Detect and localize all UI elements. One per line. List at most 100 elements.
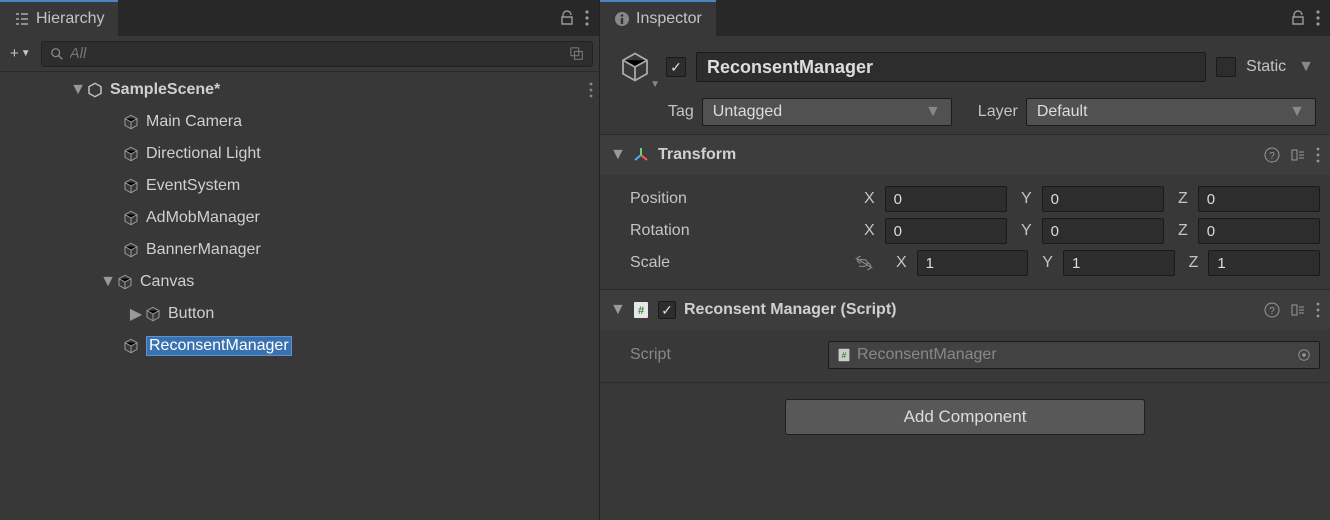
chevron-down-icon: ▼	[925, 103, 941, 121]
object-picker-icon[interactable]	[1297, 348, 1311, 362]
create-button[interactable]: + ▼	[6, 45, 35, 62]
kebab-icon[interactable]	[585, 10, 589, 26]
gameobject-icon-large[interactable]: ▼	[614, 46, 656, 88]
lock-icon[interactable]	[559, 10, 575, 26]
inspector-tab-bar: Inspector	[600, 0, 1330, 36]
tree-item-label: EventSystem	[146, 177, 240, 195]
y-label: Y	[1032, 254, 1059, 272]
search-expand-icon[interactable]	[570, 47, 584, 61]
inspector-header: ▼ ✓ Static ▼ Tag Untagged ▼ Layer Defaul…	[600, 36, 1330, 135]
tag-label: Tag	[668, 103, 694, 121]
tree-item-label: Canvas	[140, 273, 194, 291]
scene-row[interactable]: ▼ SampleScene*	[0, 74, 599, 106]
expand-arrow-icon[interactable]: ▼	[70, 81, 86, 99]
tree-item-canvas[interactable]: ▼ Canvas	[0, 266, 599, 298]
tag-dropdown[interactable]: Untagged ▼	[702, 98, 952, 126]
kebab-icon[interactable]	[1316, 147, 1320, 163]
help-icon[interactable]: ?	[1264, 302, 1280, 318]
static-checkbox[interactable]	[1216, 57, 1236, 77]
object-name-input[interactable]	[696, 52, 1206, 82]
position-z-input[interactable]	[1198, 186, 1320, 212]
lock-icon[interactable]	[1290, 10, 1306, 26]
y-label: Y	[1011, 222, 1038, 240]
chevron-down-icon: ▼	[1289, 103, 1305, 121]
transform-header[interactable]: ▼ Transform ?	[600, 135, 1330, 175]
kebab-icon[interactable]	[1316, 10, 1320, 26]
scale-row: Scale X Y Z	[610, 247, 1320, 279]
script-enabled-checkbox[interactable]: ✓	[658, 301, 676, 319]
position-y-input[interactable]	[1042, 186, 1164, 212]
layer-label: Layer	[978, 103, 1018, 121]
position-label: Position	[610, 190, 850, 208]
help-icon[interactable]: ?	[1264, 147, 1280, 163]
script-value: ReconsentManager	[857, 346, 997, 364]
gameobject-cube-icon	[122, 177, 140, 195]
rotation-y-input[interactable]	[1042, 218, 1164, 244]
script-field-row: Script # ReconsentManager	[610, 338, 1320, 372]
inspector-tab[interactable]: Inspector	[600, 0, 716, 36]
tree-item-reconsentmanager[interactable]: ReconsentManager	[0, 330, 599, 362]
tree-item-eventsystem[interactable]: EventSystem	[0, 170, 599, 202]
y-label: Y	[1011, 190, 1038, 208]
rotation-x-input[interactable]	[885, 218, 1007, 244]
scene-label: SampleScene*	[110, 81, 220, 99]
hierarchy-toolbar: + ▼	[0, 36, 599, 72]
z-label: Z	[1168, 222, 1194, 240]
gameobject-cube-icon	[116, 273, 134, 291]
csharp-script-icon: #	[632, 301, 650, 319]
tree-item-main-camera[interactable]: Main Camera	[0, 106, 599, 138]
tree-item-label: Main Camera	[146, 113, 242, 131]
kebab-icon[interactable]	[1316, 302, 1320, 318]
script-component: ▼ # ✓ Reconsent Manager (Script) ? Scrip…	[600, 290, 1330, 383]
script-object-field[interactable]: # ReconsentManager	[828, 341, 1320, 369]
tree-item-label: Button	[168, 305, 214, 323]
active-checkbox[interactable]: ✓	[666, 57, 686, 77]
tree-item-button[interactable]: ▶ Button	[0, 298, 599, 330]
chevron-down-icon: ▼	[650, 79, 660, 90]
tree-item-directional-light[interactable]: Directional Light	[0, 138, 599, 170]
add-component-button[interactable]: Add Component	[785, 399, 1145, 435]
hierarchy-tree: ▼ SampleScene* Main Camera Directional L…	[0, 72, 599, 520]
transform-component: ▼ Transform ? Position X Y Z	[600, 135, 1330, 290]
transform-icon	[632, 146, 650, 164]
unity-scene-icon	[86, 81, 104, 99]
tree-item-label: AdMobManager	[146, 209, 260, 227]
x-label: X	[854, 222, 881, 240]
inspector-tab-label: Inspector	[636, 10, 702, 28]
tree-item-admobmanager[interactable]: AdMobManager	[0, 202, 599, 234]
preset-icon[interactable]	[1290, 147, 1306, 163]
svg-text:#: #	[638, 305, 644, 317]
layer-dropdown[interactable]: Default ▼	[1026, 98, 1316, 126]
hierarchy-search-input[interactable]	[70, 45, 564, 62]
hierarchy-search[interactable]	[41, 41, 593, 67]
tree-item-label: Directional Light	[146, 145, 261, 163]
hierarchy-panel: Hierarchy + ▼	[0, 0, 600, 520]
expand-arrow-icon[interactable]: ▶	[128, 304, 144, 324]
chevron-down-icon[interactable]: ▼	[1296, 58, 1316, 76]
z-label: Z	[1179, 254, 1205, 272]
kebab-icon[interactable]	[589, 82, 593, 98]
x-label: X	[854, 190, 881, 208]
tree-item-bannermanager[interactable]: BannerManager	[0, 234, 599, 266]
scale-z-input[interactable]	[1208, 250, 1320, 276]
scale-y-input[interactable]	[1063, 250, 1175, 276]
expand-arrow-icon: ▼	[610, 301, 624, 319]
gameobject-cube-icon	[122, 113, 140, 131]
tree-item-label[interactable]: ReconsentManager	[146, 336, 292, 356]
rotation-z-input[interactable]	[1198, 218, 1320, 244]
preset-icon[interactable]	[1290, 302, 1306, 318]
hierarchy-tab-label: Hierarchy	[36, 10, 104, 28]
inspector-panel: Inspector ▼ ✓ Static	[600, 0, 1330, 520]
scale-label: Scale	[610, 254, 850, 272]
rotation-label: Rotation	[610, 222, 850, 240]
hierarchy-icon	[14, 11, 30, 27]
transform-title: Transform	[658, 146, 1256, 164]
add-component-area: Add Component	[600, 383, 1330, 451]
expand-arrow-icon[interactable]: ▼	[100, 273, 116, 291]
tree-item-label: BannerManager	[146, 241, 261, 259]
script-component-header[interactable]: ▼ # ✓ Reconsent Manager (Script) ?	[600, 290, 1330, 330]
hierarchy-tab[interactable]: Hierarchy	[0, 0, 118, 36]
link-scale-icon[interactable]	[854, 255, 874, 271]
position-x-input[interactable]	[885, 186, 1007, 212]
scale-x-input[interactable]	[917, 250, 1029, 276]
